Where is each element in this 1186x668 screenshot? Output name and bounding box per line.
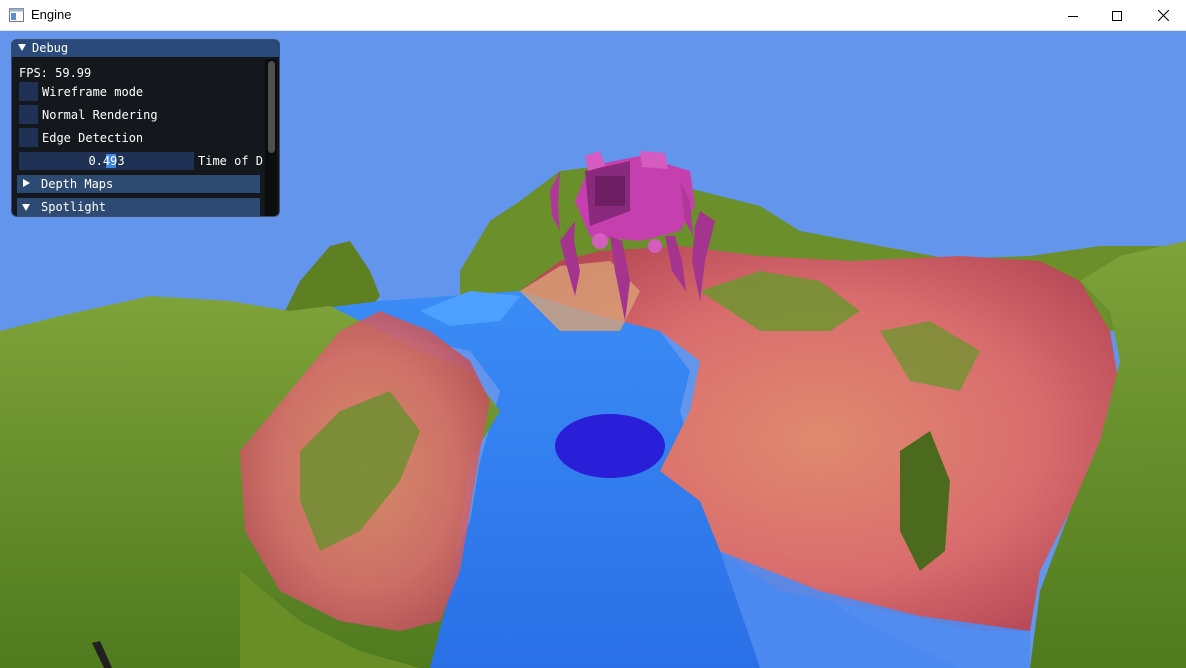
maximize-button[interactable] bbox=[1094, 0, 1140, 31]
close-button[interactable] bbox=[1140, 0, 1186, 31]
time-of-day-slider[interactable]: 0.493 bbox=[19, 152, 194, 170]
wireframe-label: Wireframe mode bbox=[42, 85, 144, 99]
robot-shadow bbox=[555, 414, 665, 478]
spotlight-section[interactable]: Spotlight bbox=[17, 198, 260, 216]
collapse-arrow-icon bbox=[22, 204, 30, 211]
depth-maps-label: Depth Maps bbox=[41, 177, 114, 191]
close-icon bbox=[1157, 10, 1169, 21]
app-window: Engine Debug FPS: 59.99 Wireframe mode N… bbox=[0, 0, 1186, 668]
minimize-icon bbox=[1068, 11, 1078, 21]
spotlight-label: Spotlight bbox=[41, 200, 107, 214]
app-window-icon bbox=[9, 8, 24, 22]
debug-panel-title: Debug bbox=[32, 41, 69, 55]
debug-panel-header[interactable]: Debug bbox=[12, 40, 279, 57]
normal-rendering-checkbox[interactable] bbox=[19, 105, 38, 124]
panel-scrollbar[interactable] bbox=[265, 59, 277, 216]
normal-rendering-label: Normal Rendering bbox=[42, 108, 158, 122]
edge-detection-label: Edge Detection bbox=[42, 131, 144, 145]
wireframe-checkbox[interactable] bbox=[19, 82, 38, 101]
window-title: Engine bbox=[31, 7, 72, 22]
debug-panel[interactable]: Debug FPS: 59.99 Wireframe mode Normal R… bbox=[11, 39, 280, 217]
minimize-button[interactable] bbox=[1050, 0, 1096, 31]
collapse-arrow-icon[interactable] bbox=[18, 44, 26, 51]
scrollbar-thumb[interactable] bbox=[268, 61, 275, 153]
maximize-icon bbox=[1112, 10, 1122, 21]
depth-maps-section[interactable]: Depth Maps bbox=[17, 175, 260, 193]
edge-detection-checkbox[interactable] bbox=[19, 128, 38, 147]
slider-value: 0.493 bbox=[88, 154, 125, 168]
slider-label: Time of D bbox=[198, 154, 264, 168]
expand-arrow-icon bbox=[23, 179, 30, 187]
title-bar[interactable]: Engine bbox=[0, 0, 1186, 31]
fps-readout: FPS: 59.99 bbox=[19, 66, 92, 80]
